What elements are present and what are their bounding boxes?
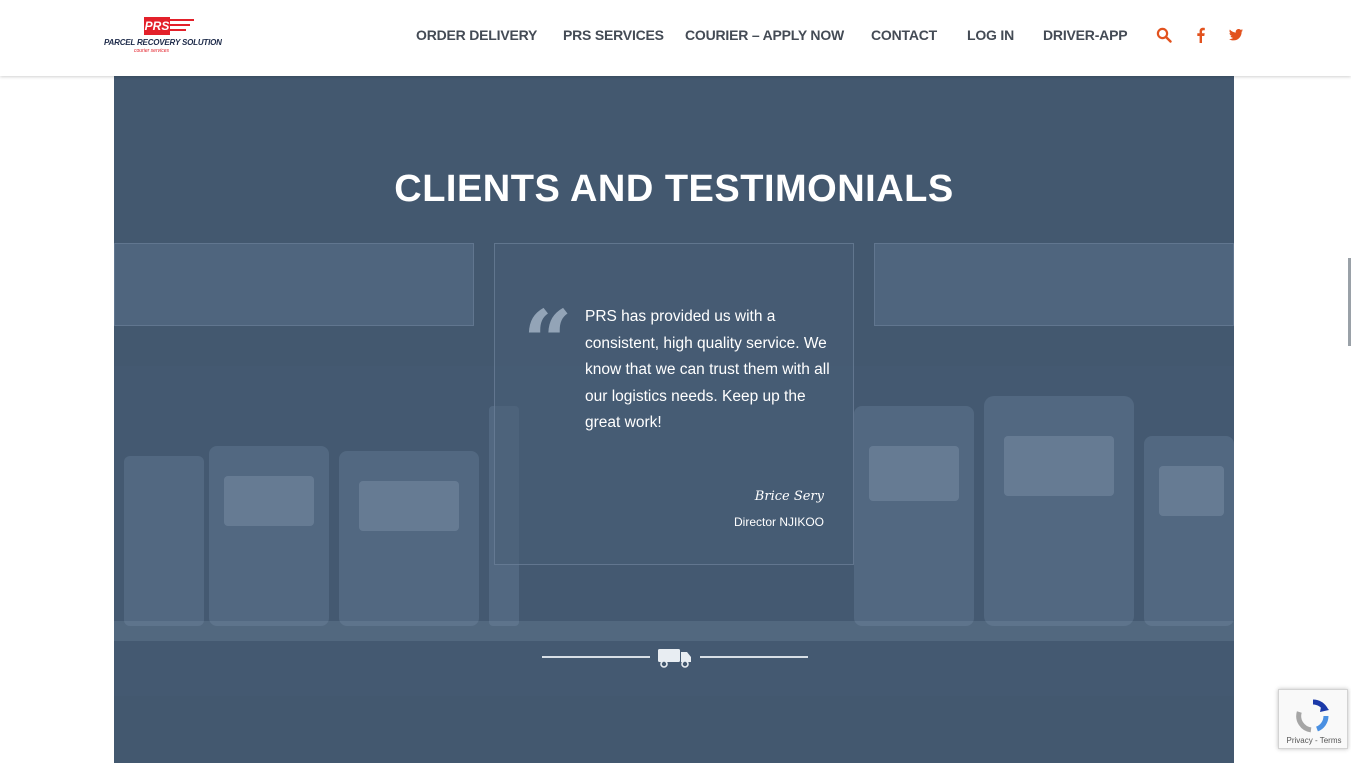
testimonial-author-role: Director NJIKOO [733,515,824,529]
testimonial-card-prev[interactable] [114,243,474,326]
search-icon[interactable] [1156,27,1172,43]
testimonial-author: Brice Sery [754,489,824,504]
recaptcha-footer[interactable]: Privacy - Terms [1279,736,1349,745]
nav-prs-services[interactable]: PRS SERVICES [563,27,664,43]
logo-mark: PRS [144,17,170,35]
nav-contact[interactable]: CONTACT [871,27,937,43]
delivery-van-divider [542,649,808,668]
nav-driver-app[interactable]: DRIVER-APP [1043,27,1128,43]
recaptcha-icon [1296,699,1329,733]
logo-speed-lines [170,19,194,34]
quote-icon: “ [523,292,573,393]
site-header: PRS PARCEL RECOVERY SOLUTION courier ser… [0,0,1351,76]
testimonials-section: CLIENTS AND TESTIMONIALS “ PRS has provi… [114,46,1234,763]
section-title: CLIENTS AND TESTIMONIALS [394,167,954,210]
twitter-icon[interactable] [1228,27,1244,43]
delivery-van-icon [658,649,691,668]
nav-order-delivery[interactable]: ORDER DELIVERY [416,27,537,43]
nav-courier-apply[interactable]: COURIER – APPLY NOW [685,27,844,43]
nav-log-in[interactable]: LOG IN [967,27,1014,43]
facebook-icon[interactable] [1193,27,1209,43]
testimonial-card: “ PRS has provided us with a consistent,… [494,243,854,565]
testimonial-text: PRS has provided us with a consistent, h… [585,308,830,431]
logo-tagline: courier services [134,48,170,54]
site-logo[interactable]: PRS PARCEL RECOVERY SOLUTION courier ser… [104,17,222,57]
logo-name: PARCEL RECOVERY SOLUTION [104,38,222,47]
recaptcha-badge[interactable]: Privacy - Terms [1278,689,1348,749]
testimonial-card-next[interactable] [874,243,1234,326]
